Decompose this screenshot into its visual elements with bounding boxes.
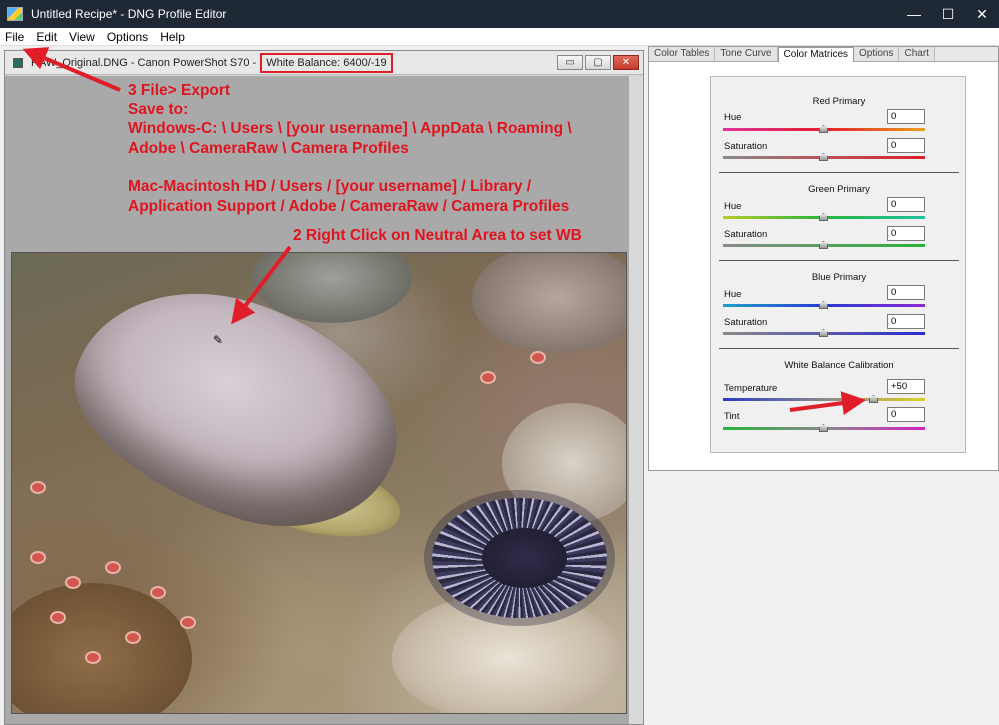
green-hue-input[interactable]: 0: [887, 197, 925, 212]
slider-thumb[interactable]: [819, 213, 828, 221]
annotation-mac-path-1: Mac-Macintosh HD / Users / [your usernam…: [128, 178, 532, 195]
blue-saturation-slider[interactable]: [723, 329, 925, 337]
minimize-button[interactable]: —: [897, 0, 931, 28]
tint-input[interactable]: 0: [887, 407, 925, 422]
menu-bar: File Edit View Options Help: [0, 28, 999, 46]
menu-options[interactable]: Options: [101, 30, 154, 44]
menu-view[interactable]: View: [63, 30, 101, 44]
slider-thumb[interactable]: [869, 395, 878, 403]
red-primary-title: Red Primary: [812, 96, 866, 107]
separator: [719, 348, 959, 349]
coral-polyp: [87, 653, 99, 662]
image-close-button[interactable]: ✕: [613, 55, 639, 70]
panel-background: [648, 471, 999, 725]
white-balance-readout: White Balance: 6400/-19: [260, 52, 393, 73]
green-saturation-label: Saturation: [724, 229, 768, 240]
temperature-input[interactable]: +50: [887, 379, 925, 394]
tab-color-matrices[interactable]: Color Matrices: [777, 47, 855, 62]
blue-hue-input[interactable]: 0: [887, 285, 925, 300]
blue-hue-label: Hue: [724, 289, 742, 300]
image-window-title: RAW_Original.DNG - Canon PowerShot S70 -: [31, 56, 257, 69]
tab-color-tables[interactable]: Color Tables: [649, 47, 716, 61]
blue-saturation-input[interactable]: 0: [887, 314, 925, 329]
temperature-label: Temperature: [724, 383, 778, 394]
slider-thumb[interactable]: [819, 241, 828, 249]
blue-saturation-label: Saturation: [724, 317, 768, 328]
slider-thumb[interactable]: [819, 125, 828, 133]
red-saturation-label: Saturation: [724, 141, 768, 152]
green-saturation-input[interactable]: 0: [887, 226, 925, 241]
wb-calibration-title: White Balance Calibration: [784, 360, 894, 371]
window-controls: — ☐ ✕: [897, 0, 999, 28]
red-saturation-input[interactable]: 0: [887, 138, 925, 153]
green-hue-slider[interactable]: [723, 213, 925, 221]
tint-slider[interactable]: [723, 424, 925, 432]
raw-photo[interactable]: ✎: [11, 252, 627, 714]
eyedropper-cursor-icon: ✎: [213, 333, 224, 347]
separator: [719, 260, 959, 261]
coral-polyp: [52, 613, 64, 622]
window-title: Untitled Recipe* - DNG Profile Editor: [31, 7, 227, 21]
annotation-mac-path-2: Application Support / Adobe / CameraRaw …: [128, 198, 570, 215]
tab-chart[interactable]: Chart: [899, 47, 935, 61]
annotation-step3: 3 File> Export: [128, 82, 231, 99]
coral-polyp: [127, 633, 139, 642]
image-window-titlebar: RAW_Original.DNG - Canon PowerShot S70 -…: [5, 51, 643, 75]
tab-tone-curve[interactable]: Tone Curve: [715, 47, 778, 61]
image-window-controls: ▭ ▢ ✕: [555, 55, 639, 70]
green-primary-title: Green Primary: [808, 184, 870, 195]
coral-polyp: [67, 578, 79, 587]
red-saturation-slider[interactable]: [723, 153, 925, 161]
green-saturation-slider[interactable]: [723, 241, 925, 249]
rock: [472, 253, 626, 353]
color-matrices-group: Red Primary Hue 0 Saturation 0 Green Pri…: [710, 76, 966, 453]
sea-urchin-core: [482, 528, 567, 588]
annotation-windows-path-2: Adobe \ CameraRaw \ Camera Profiles: [128, 140, 409, 157]
annotation-save-to: Save to:: [128, 101, 189, 118]
red-hue-input[interactable]: 0: [887, 109, 925, 124]
annotation-step2: 2 Right Click on Neutral Area to set WB: [293, 227, 582, 244]
green-hue-label: Hue: [724, 201, 742, 212]
separator: [719, 172, 959, 173]
menu-help[interactable]: Help: [154, 30, 191, 44]
blue-primary-title: Blue Primary: [811, 272, 867, 283]
annotation-windows-path-1: Windows-C: \ Users \ [your username] \ A…: [128, 120, 572, 137]
tab-strip: Color Tables Tone Curve Color Matrices O…: [649, 47, 998, 62]
slider-thumb[interactable]: [819, 153, 828, 161]
rock: [12, 583, 192, 713]
close-button[interactable]: ✕: [965, 0, 999, 28]
tint-label: Tint: [724, 411, 740, 422]
blue-hue-slider[interactable]: [723, 301, 925, 309]
coral-polyp: [182, 618, 194, 627]
coral-polyp: [152, 588, 164, 597]
slider-thumb[interactable]: [819, 301, 828, 309]
coral-polyp: [32, 553, 44, 562]
menu-file[interactable]: File: [0, 30, 30, 44]
red-hue-label: Hue: [724, 112, 742, 123]
slider-thumb[interactable]: [819, 329, 828, 337]
app-icon: [7, 7, 23, 21]
coral-polyp: [532, 353, 544, 362]
vertical-scrollbar[interactable]: [629, 76, 643, 724]
maximize-button[interactable]: ☐: [931, 0, 965, 28]
menu-edit[interactable]: Edit: [30, 30, 63, 44]
coral-polyp: [482, 373, 494, 382]
tab-options[interactable]: Options: [854, 47, 900, 61]
coral-polyp: [107, 563, 119, 572]
title-bar: Untitled Recipe* - DNG Profile Editor — …: [0, 0, 999, 28]
temperature-slider[interactable]: [723, 395, 925, 403]
coral-polyp: [32, 483, 44, 492]
image-restore-button[interactable]: ▢: [585, 55, 611, 70]
document-icon: [13, 57, 23, 68]
red-hue-slider[interactable]: [723, 125, 925, 133]
slider-thumb[interactable]: [819, 424, 828, 432]
image-minimize-button[interactable]: ▭: [557, 55, 583, 70]
